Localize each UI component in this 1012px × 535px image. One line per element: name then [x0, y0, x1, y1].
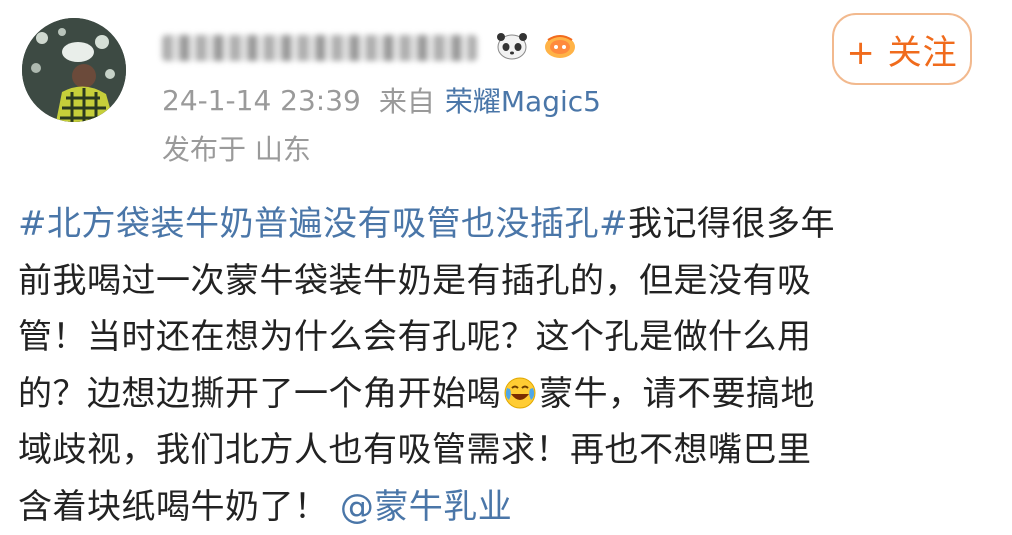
- post-content: #北方袋装牛奶普遍没有吸管也没插孔#我记得很多年 前我喝过一次蒙牛袋装牛奶是有插…: [18, 196, 1008, 535]
- post-meta: 24-1-14 23:39 来自 荣耀Magic5: [162, 80, 601, 120]
- source-device-link[interactable]: 荣耀Magic5: [445, 80, 601, 120]
- content-text: 的？边想边撕开了一个角开始喝: [18, 373, 501, 414]
- post-timestamp[interactable]: 24-1-14 23:39: [162, 84, 361, 117]
- follow-button[interactable]: + 关注: [832, 13, 972, 85]
- content-text: 域歧视，我们北方人也有吸管需求！再也不想嘴巴里: [18, 430, 812, 470]
- follow-label: + 关注: [846, 32, 958, 73]
- blurred-username: [162, 35, 477, 61]
- content-text: 蒙牛，请不要搞地: [539, 373, 815, 414]
- username-redacted[interactable]: [162, 28, 492, 68]
- post-location: 发布于 山东: [162, 133, 311, 166]
- content-text: 我记得很多年: [627, 204, 835, 244]
- laughing-crying-emoji-icon: [504, 377, 536, 408]
- panda-badge-icon: [497, 33, 527, 60]
- content-text: 前我喝过一次蒙牛袋装牛奶是有插孔的，但是没有吸: [18, 260, 812, 301]
- avatar-image: [22, 18, 126, 122]
- user-badges: [494, 32, 578, 60]
- content-text: 含着块纸喝牛奶了！: [18, 486, 329, 527]
- orange-badge-icon: [545, 35, 575, 58]
- avatar[interactable]: [22, 18, 126, 122]
- content-text: 管！当时还在想为什么会有孔呢？这个孔是做什么用: [18, 317, 812, 357]
- hashtag-link[interactable]: #北方袋装牛奶普遍没有吸管也没插孔#: [18, 204, 628, 244]
- from-label: 来自: [378, 85, 435, 118]
- mention-link[interactable]: @蒙牛乳业: [340, 487, 513, 527]
